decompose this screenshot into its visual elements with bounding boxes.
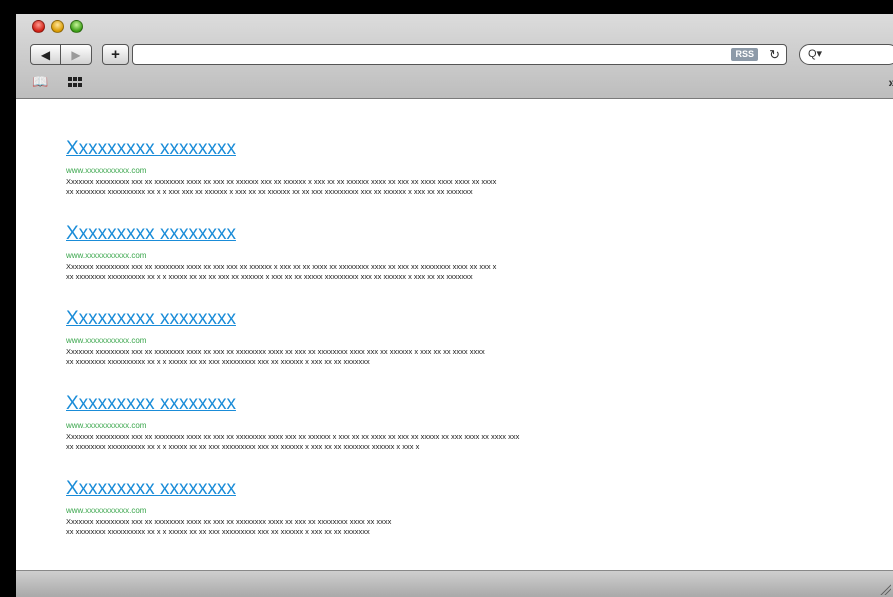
forward-arrow-icon: ▶	[71, 47, 81, 62]
bookmarks-bar: 📖 »	[30, 74, 893, 92]
result-url: www.xxxxxxxxxxx.com	[66, 421, 147, 430]
result-url: www.xxxxxxxxxxx.com	[66, 251, 147, 260]
result-title-link[interactable]: Xxxxxxxxx xxxxxxxx	[66, 223, 766, 245]
result-item: Xxxxxxxxx xxxxxxxx www.xxxxxxxxxxx.com X…	[66, 393, 766, 478]
browser-window: ◀ ▶ + RSS ↻ Q▾ 📖 » Xxxxxxxxx xxxxxxxx ww…	[16, 14, 893, 597]
result-item: Xxxxxxxxx xxxxxxxx www.xxxxxxxxxxx.com X…	[66, 478, 766, 563]
browser-toolbar: ◀ ▶ + RSS ↻ Q▾ 📖 »	[16, 14, 893, 99]
add-bookmark-button[interactable]: +	[102, 44, 129, 65]
result-description: Xxxxxxx xxxxxxxxx xxx xx xxxxxxxx xxxx x…	[66, 432, 520, 451]
status-bar	[16, 570, 893, 597]
result-item: Xxxxxxxxx xxxxxxxx www.xxxxxxxxxxx.com X…	[66, 223, 766, 308]
plus-icon: +	[111, 46, 120, 63]
result-title-link[interactable]: Xxxxxxxxx xxxxxxxx	[66, 393, 766, 415]
result-title-link[interactable]: Xxxxxxxxx xxxxxxxx	[66, 478, 766, 500]
result-description: Xxxxxxx xxxxxxxxx xxx xx xxxxxxxx xxxx x…	[66, 347, 485, 366]
address-bar[interactable]: RSS ↻	[132, 44, 787, 65]
search-icon: Q▾	[808, 48, 823, 60]
navigation-buttons: ◀ ▶	[30, 44, 92, 65]
back-arrow-icon: ◀	[40, 47, 51, 62]
forward-button[interactable]: ▶	[60, 44, 92, 65]
reload-icon[interactable]: ↻	[769, 46, 780, 63]
more-bookmarks-icon[interactable]: »	[888, 74, 893, 90]
back-button[interactable]: ◀	[30, 44, 61, 65]
resize-grip-icon[interactable]	[879, 583, 891, 595]
minimize-window-button[interactable]	[51, 20, 64, 33]
close-window-button[interactable]	[32, 20, 45, 33]
result-title-link[interactable]: Xxxxxxxxx xxxxxxxx	[66, 138, 766, 160]
search-field[interactable]: Q▾	[799, 44, 893, 65]
result-url: www.xxxxxxxxxxx.com	[66, 166, 147, 175]
result-url: www.xxxxxxxxxxx.com	[66, 336, 147, 345]
result-description: Xxxxxxx xxxxxxxxx xxx xx xxxxxxxx xxxx x…	[66, 517, 392, 536]
result-title-link[interactable]: Xxxxxxxxx xxxxxxxx	[66, 308, 766, 330]
rss-button[interactable]: RSS	[731, 48, 758, 61]
result-url: www.xxxxxxxxxxx.com	[66, 506, 147, 515]
zoom-window-button[interactable]	[70, 20, 83, 33]
bookmarks-book-icon[interactable]: 📖	[32, 74, 48, 90]
result-item: Xxxxxxxxx xxxxxxxx www.xxxxxxxxxxx.com X…	[66, 138, 766, 223]
top-sites-grid-icon[interactable]	[68, 77, 82, 88]
result-item: Xxxxxxxxx xxxxxxxx www.xxxxxxxxxxx.com X…	[66, 308, 766, 393]
result-description: Xxxxxxx xxxxxxxxx xxx xx xxxxxxxx xxxx x…	[66, 177, 497, 196]
result-description: Xxxxxxx xxxxxxxxx xxx xx xxxxxxxx xxxx x…	[66, 262, 497, 281]
search-results: Xxxxxxxxx xxxxxxxx www.xxxxxxxxxxx.com X…	[66, 138, 766, 563]
